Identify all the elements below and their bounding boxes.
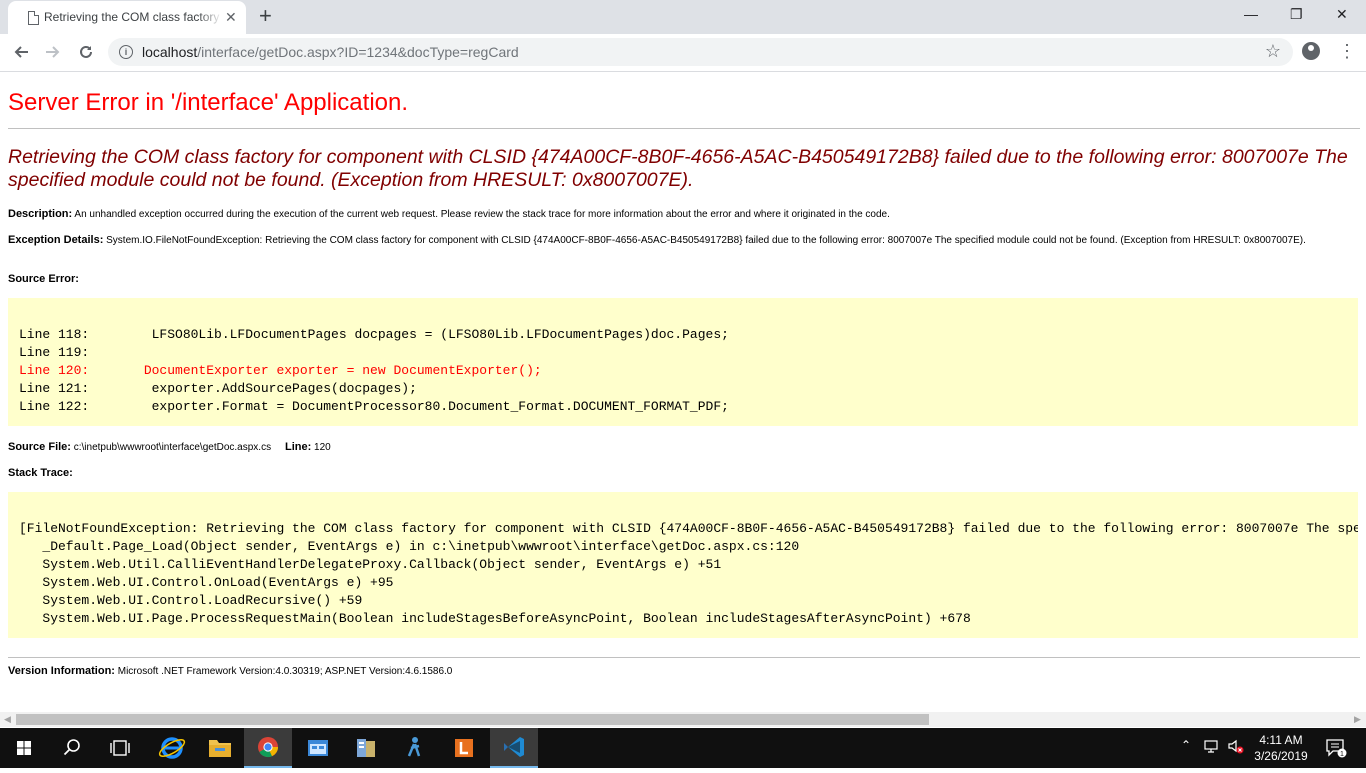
window-app-icon: [308, 740, 328, 756]
url-host: localhost: [142, 44, 198, 60]
line-value: 120: [314, 442, 331, 453]
reload-button[interactable]: [74, 40, 98, 64]
stack-trace-label: Stack Trace:: [8, 467, 73, 479]
browser-toolbar: i localhost/interface/getDoc.aspx?ID=123…: [0, 34, 1366, 72]
description-label: Description:: [8, 208, 73, 220]
close-window-button[interactable]: ✕: [1336, 6, 1348, 23]
laserfiche-icon: [455, 739, 473, 757]
exception-label: Exception Details:: [8, 234, 104, 246]
visual-studio-code-app[interactable]: [490, 728, 538, 768]
description: Description: An unhandled exception occu…: [8, 208, 1358, 221]
figure-app-icon: [407, 737, 421, 757]
network-icon[interactable]: [1203, 737, 1221, 758]
bookmark-star-icon[interactable]: ☆: [1265, 41, 1281, 62]
reload-icon: [80, 45, 92, 58]
source-file-value: c:\inetpub\wwwroot\interface\getDoc.aspx…: [73, 442, 272, 453]
restore-button[interactable]: ❐: [1290, 6, 1303, 23]
app-icon-3[interactable]: [390, 728, 438, 768]
page-heading: Server Error in '/interface' Application…: [8, 89, 409, 116]
tab-close-icon[interactable]: ✕: [225, 9, 237, 25]
forward-arrow-icon: [46, 46, 60, 58]
exception-details: Exception Details: System.IO.FileNotFoun…: [8, 234, 1358, 247]
source-file-info: Source File: c:\inetpub\wwwroot\interfac…: [8, 441, 1358, 454]
tab-title: Retrieving the COM class factory for com…: [44, 10, 222, 24]
new-tab-button[interactable]: +: [259, 4, 272, 28]
clock-date: 3/26/2019: [1254, 749, 1308, 763]
notifications-icon[interactable]: 1: [1325, 737, 1347, 762]
divider: [8, 657, 1360, 658]
stack-line: _Default.Page_Load(Object sender, EventA…: [19, 539, 800, 554]
description-text: An unhandled exception occurred during t…: [74, 209, 890, 220]
internet-explorer-icon: [158, 737, 186, 759]
source-line-highlighted: Line 120: DocumentExporter exporter = ne…: [19, 363, 542, 378]
profile-avatar-icon[interactable]: [1302, 42, 1320, 60]
clock-time: 4:11 AM: [1259, 733, 1303, 747]
url-text[interactable]: localhost/interface/getDoc.aspx?ID=1234&…: [142, 44, 519, 60]
error-title: Retrieving the COM class factory for com…: [8, 146, 1348, 191]
source-line: Line 118: LFSO80Lib.LFDocumentPages docp…: [19, 327, 729, 342]
version-label: Version Information:: [8, 665, 115, 677]
file-explorer-app[interactable]: [196, 728, 244, 768]
app-icon-4[interactable]: [440, 728, 488, 768]
windows-logo-icon: [17, 741, 31, 755]
scroll-left-icon[interactable]: ◀: [4, 714, 11, 725]
stack-line: System.Web.Util.CalliEventHandlerDelegat…: [19, 557, 722, 572]
scrollbar-thumb[interactable]: [16, 714, 929, 725]
task-view-button[interactable]: [96, 728, 144, 768]
horizontal-scrollbar[interactable]: ◀ ▶: [0, 712, 1366, 727]
forward-button[interactable]: [41, 40, 65, 64]
source-file-label: Source File:: [8, 441, 71, 453]
page-icon: [28, 11, 39, 25]
version-text: Microsoft .NET Framework Version:4.0.303…: [117, 666, 453, 677]
tab-strip: Retrieving the COM class factory for com…: [0, 0, 1366, 34]
stack-trace-box: [FileNotFoundException: Retrieving the C…: [8, 492, 1358, 638]
divider: [8, 128, 1360, 129]
clock[interactable]: 4:11 AM 3/26/2019: [1251, 732, 1311, 764]
app-icon-2[interactable]: [342, 728, 390, 768]
taskbar: ⌃ 4:11 AM 3/26/2019 1: [0, 728, 1366, 768]
source-error-heading: Source Error:: [8, 273, 1358, 286]
stack-line: System.Web.UI.Control.OnLoad(EventArgs e…: [19, 575, 394, 590]
visual-studio-code-icon: [504, 737, 524, 757]
minimize-button[interactable]: —: [1244, 6, 1258, 22]
stack-line: [FileNotFoundException: Retrieving the C…: [19, 521, 1358, 536]
internet-explorer-app[interactable]: [148, 728, 196, 768]
line-label: Line:: [284, 441, 312, 453]
server-manager-icon: [357, 739, 375, 757]
chevron-up-icon[interactable]: ⌃: [1181, 738, 1191, 752]
address-bar[interactable]: i localhost/interface/getDoc.aspx?ID=123…: [108, 38, 1293, 66]
page-content: Server Error in '/interface' Application…: [0, 72, 1366, 712]
task-view-icon: [110, 740, 130, 756]
source-line: Line 122: exporter.Format = DocumentProc…: [19, 399, 729, 414]
info-icon[interactable]: i: [119, 45, 133, 59]
source-line: Line 119:: [19, 345, 90, 360]
search-icon: [63, 739, 80, 756]
search-button[interactable]: [48, 728, 96, 768]
stack-line: System.Web.UI.Page.ProcessRequestMain(Bo…: [19, 611, 971, 626]
app-icon-1[interactable]: [294, 728, 342, 768]
version-info: Version Information: Microsoft .NET Fram…: [8, 665, 1358, 678]
source-line: Line 121: exporter.AddSourcePages(docpag…: [19, 381, 417, 396]
stack-trace-heading: Stack Trace:: [8, 467, 1358, 480]
browser-tab[interactable]: Retrieving the COM class factory for com…: [8, 1, 246, 34]
scroll-right-icon[interactable]: ▶: [1354, 714, 1361, 725]
stack-line: System.Web.UI.Control.LoadRecursive() +5…: [19, 593, 363, 608]
start-button[interactable]: [0, 728, 48, 768]
chrome-icon: [258, 737, 279, 758]
back-arrow-icon: [14, 46, 28, 58]
exception-text: System.IO.FileNotFoundException: Retriev…: [106, 235, 1306, 246]
svg-text:1: 1: [1340, 751, 1344, 758]
chrome-app[interactable]: [244, 728, 292, 768]
menu-kebab-icon[interactable]: ⋮: [1338, 42, 1356, 60]
back-button[interactable]: [9, 40, 33, 64]
folder-icon: [209, 740, 231, 757]
source-error-box: Line 118: LFSO80Lib.LFDocumentPages docp…: [8, 298, 1358, 426]
source-error-label: Source Error:: [8, 273, 79, 285]
url-path: /interface/getDoc.aspx?ID=1234&docType=r…: [197, 44, 519, 60]
volume-muted-icon[interactable]: [1227, 737, 1245, 758]
